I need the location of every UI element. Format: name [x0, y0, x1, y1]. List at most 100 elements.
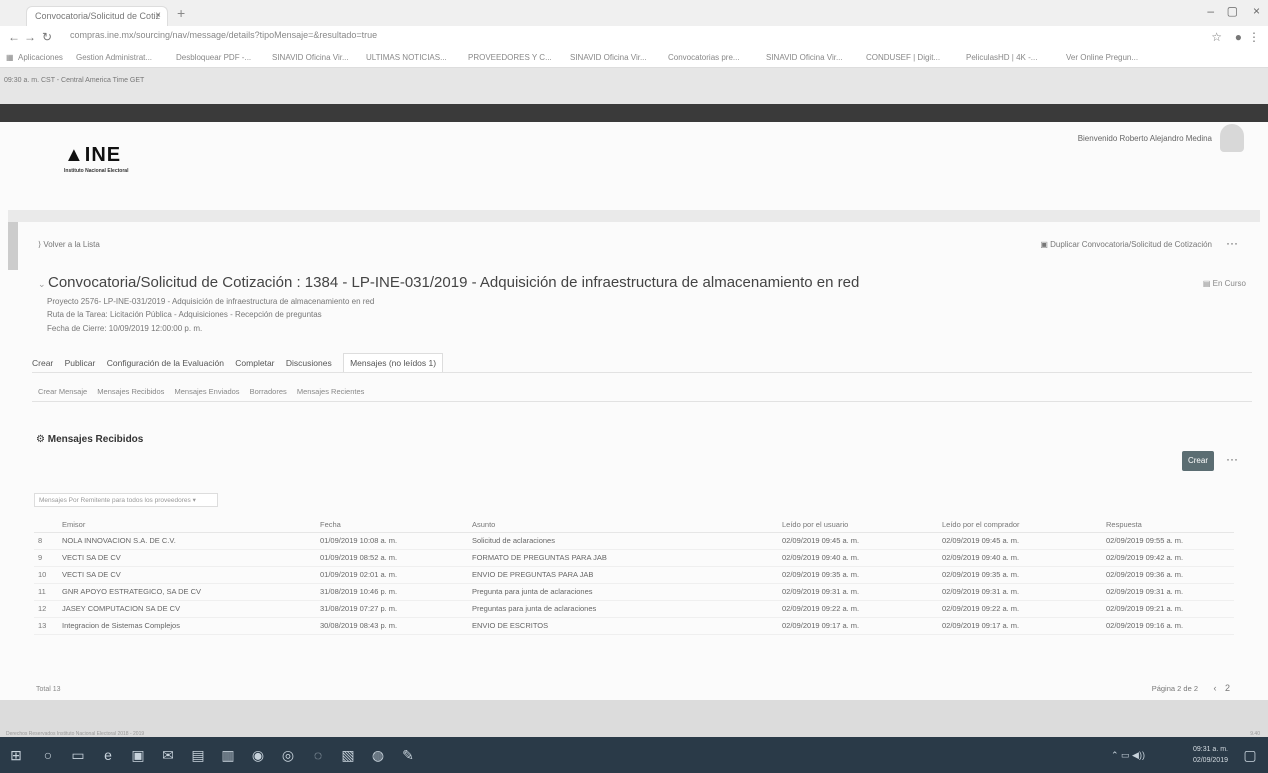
table-row[interactable]: 8 NOLA INNOVACION S.A. DE C.V. 01/09/201…	[34, 532, 1234, 550]
extension-icon[interactable]: ●	[1235, 30, 1242, 44]
cell-emisor[interactable]: NOLA INNOVACION S.A. DE C.V.	[58, 532, 316, 550]
maximize-button[interactable]: ▢	[1227, 4, 1238, 18]
menu-icon[interactable]: ⋮	[1248, 30, 1260, 44]
paint-icon[interactable]: ✎	[400, 747, 416, 763]
avatar[interactable]	[1220, 124, 1244, 152]
photos-icon[interactable]: ▧	[340, 747, 356, 763]
bookmark-item[interactable]: Gestion Administrat...	[76, 53, 152, 62]
back-to-list-link[interactable]: ⟩ Volver a la Lista	[38, 240, 100, 249]
url-field[interactable]: compras.ine.mx/sourcing/nav/message/deta…	[70, 30, 377, 40]
tab-crear[interactable]: Crear	[32, 358, 53, 368]
duplicate-link[interactable]: ▣ Duplicar Convocatoria/Solicitud de Cot…	[1040, 240, 1212, 249]
side-panel-handle[interactable]	[8, 222, 18, 270]
forward-arrow-icon[interactable]: →	[24, 30, 36, 44]
cell-respuesta: 02/09/2019 09:31 a. m.	[1102, 583, 1234, 601]
new-tab-button[interactable]: +	[177, 5, 185, 21]
subtab-mensajes-recibidos[interactable]: Mensajes Recibidos	[97, 387, 164, 396]
user-name[interactable]: Bienvenido Roberto Alejandro Medina	[1078, 134, 1212, 143]
table-row[interactable]: 13 Integracion de Sistemas Complejos 30/…	[34, 617, 1234, 635]
cell-asunto[interactable]: Pregunta para junta de aclaraciones	[468, 583, 778, 601]
subtab-mensajes-recientes[interactable]: Mensajes Recientes	[297, 387, 365, 396]
chrome-icon[interactable]: ◎	[280, 747, 296, 763]
col-fecha[interactable]: Fecha	[316, 518, 468, 533]
table-row[interactable]: 11 GNR APOYO ESTRATEGICO, SA DE CV 31/08…	[34, 583, 1234, 601]
mail-icon[interactable]: ✉	[160, 747, 176, 763]
bookmark-item[interactable]: SINAVID Oficina Vir...	[570, 53, 647, 62]
filter-select[interactable]: Mensajes Por Remitente para todos los pr…	[34, 493, 218, 507]
cell-emisor[interactable]: JASEY COMPUTACION SA DE CV	[58, 600, 316, 618]
search-icon[interactable]: ○	[40, 747, 56, 763]
excel-icon[interactable]: ▤	[190, 747, 206, 763]
cell-emisor[interactable]: Integracion de Sistemas Complejos	[58, 617, 316, 635]
windows-start-icon[interactable]: ⊞	[8, 747, 24, 763]
tab-configuracion[interactable]: Configuración de la Evaluación	[107, 358, 224, 368]
table-row[interactable]: 9 VECTI SA DE CV 01/09/2019 08:52 a. m. …	[34, 549, 1234, 567]
bookmark-item[interactable]: Ver Online Pregun...	[1066, 53, 1138, 62]
app-icon[interactable]: ◌	[310, 747, 326, 763]
subtab-mensajes-enviados[interactable]: Mensajes Enviados	[175, 387, 240, 396]
subtab-crear-mensaje[interactable]: Crear Mensaje	[38, 387, 87, 396]
tab-completar[interactable]: Completar	[235, 358, 274, 368]
cell-asunto[interactable]: Preguntas para junta de aclaraciones	[468, 600, 778, 618]
cell-respuesta: 02/09/2019 09:16 a. m.	[1102, 617, 1234, 635]
cell-asunto[interactable]: ENVIO DE ESCRITOS	[468, 617, 778, 635]
cell-emisor[interactable]: VECTI SA DE CV	[58, 549, 316, 567]
taskbar: ⊞ ○ ▭ e ▣ ✉ ▤ ▥ ◉ ◎ ◌ ▧ ◍ ✎ ⌃ ▭ ◀)) 09:3…	[0, 737, 1268, 773]
bookmark-item[interactable]: Convocatorias pre...	[668, 53, 740, 62]
browser-tab[interactable]: Convocatoria/Solicitud de Cotiz ×	[26, 6, 168, 26]
cell-emisor[interactable]: GNR APOYO ESTRATEGICO, SA DE CV	[58, 583, 316, 601]
bookmark-item[interactable]: ULTIMAS NOTICIAS...	[366, 53, 447, 62]
logo-text: INE	[84, 144, 122, 166]
apps-grid-icon[interactable]: ▦	[6, 53, 14, 62]
store-icon[interactable]: ▣	[130, 747, 146, 763]
col-leido-usuario[interactable]: Leído por el usuario	[778, 518, 938, 533]
col-emisor[interactable]: Emisor	[58, 518, 316, 533]
tab-publicar[interactable]: Publicar	[65, 358, 96, 368]
tab-discusiones[interactable]: Discusiones	[286, 358, 332, 368]
cell-asunto[interactable]: ENVIO DE PREGUNTAS PARA JAB	[468, 566, 778, 584]
table-row[interactable]: 10 VECTI SA DE CV 01/09/2019 02:01 a. m.…	[34, 566, 1234, 584]
task-view-icon[interactable]: ▭	[70, 747, 86, 763]
skype-icon[interactable]: ◍	[370, 747, 386, 763]
collapse-chevron-icon[interactable]: ⌄	[38, 279, 46, 290]
prev-page-button[interactable]: ‹	[1213, 683, 1216, 693]
close-window-button[interactable]: ×	[1253, 4, 1260, 18]
bookmark-item[interactable]: Aplicaciones	[18, 53, 63, 62]
col-respuesta[interactable]: Respuesta	[1102, 518, 1234, 533]
tray-icons[interactable]: ⌃ ▭ ◀))	[1098, 747, 1158, 763]
table-row[interactable]: 12 JASEY COMPUTACION SA DE CV 31/08/2019…	[34, 600, 1234, 618]
word-icon[interactable]: ▥	[220, 747, 236, 763]
edge-icon[interactable]: e	[100, 747, 116, 763]
star-icon[interactable]: ☆	[1211, 30, 1222, 44]
col-asunto[interactable]: Asunto	[468, 518, 778, 533]
taskbar-clock[interactable]: 09:31 a. m. 02/09/2019	[1193, 744, 1228, 766]
cell-emisor[interactable]: VECTI SA DE CV	[58, 566, 316, 584]
tab-mensajes[interactable]: Mensajes (no leídos 1)	[343, 353, 444, 372]
minimize-button[interactable]: –	[1207, 4, 1214, 18]
col-leido-comprador[interactable]: Leído por el comprador	[938, 518, 1102, 533]
cell-asunto[interactable]: FORMATO DE PREGUNTAS PARA JAB	[468, 549, 778, 567]
project-line: Proyecto 2576- LP-INE-031/2019 - Adquisi…	[47, 297, 375, 306]
reload-icon[interactable]: ↻	[42, 30, 52, 44]
bookmark-item[interactable]: SINAVID Oficina Vir...	[766, 53, 843, 62]
bookmark-item[interactable]: PROVEEDORES Y C...	[468, 53, 552, 62]
more-actions-button[interactable]: ···	[1226, 236, 1238, 250]
bookmark-item[interactable]: CONDUSEF | Digit...	[866, 53, 940, 62]
bookmark-item[interactable]: PeliculasHD | 4K -...	[966, 53, 1037, 62]
back-arrow-icon[interactable]: ←	[8, 30, 20, 44]
tab-close-icon[interactable]: ×	[155, 10, 161, 21]
cell-asunto[interactable]: Solicitud de aclaraciones	[468, 532, 778, 550]
clock-date: 02/09/2019	[1192, 757, 1228, 764]
create-button[interactable]: Crear	[1182, 451, 1214, 471]
status-badge: ▤ En Curso	[1203, 279, 1246, 288]
outlook-icon[interactable]: ◉	[250, 747, 266, 763]
ine-logo: ▲INE Instituto Nacional Electoral	[64, 144, 128, 174]
next-page-button[interactable]: 2	[1225, 683, 1230, 693]
bookmark-item[interactable]: SINAVID Oficina Vir...	[272, 53, 349, 62]
cell-leido-comprador: 02/09/2019 09:22 a. m.	[938, 600, 1102, 618]
bookmark-item[interactable]: Desbloquear PDF -...	[176, 53, 251, 62]
cell-fecha: 31/08/2019 07:27 p. m.	[316, 600, 468, 618]
notifications-icon[interactable]: ▢	[1242, 747, 1258, 763]
subtab-borradores[interactable]: Borradores	[250, 387, 287, 396]
list-more-button[interactable]: ···	[1226, 452, 1238, 466]
